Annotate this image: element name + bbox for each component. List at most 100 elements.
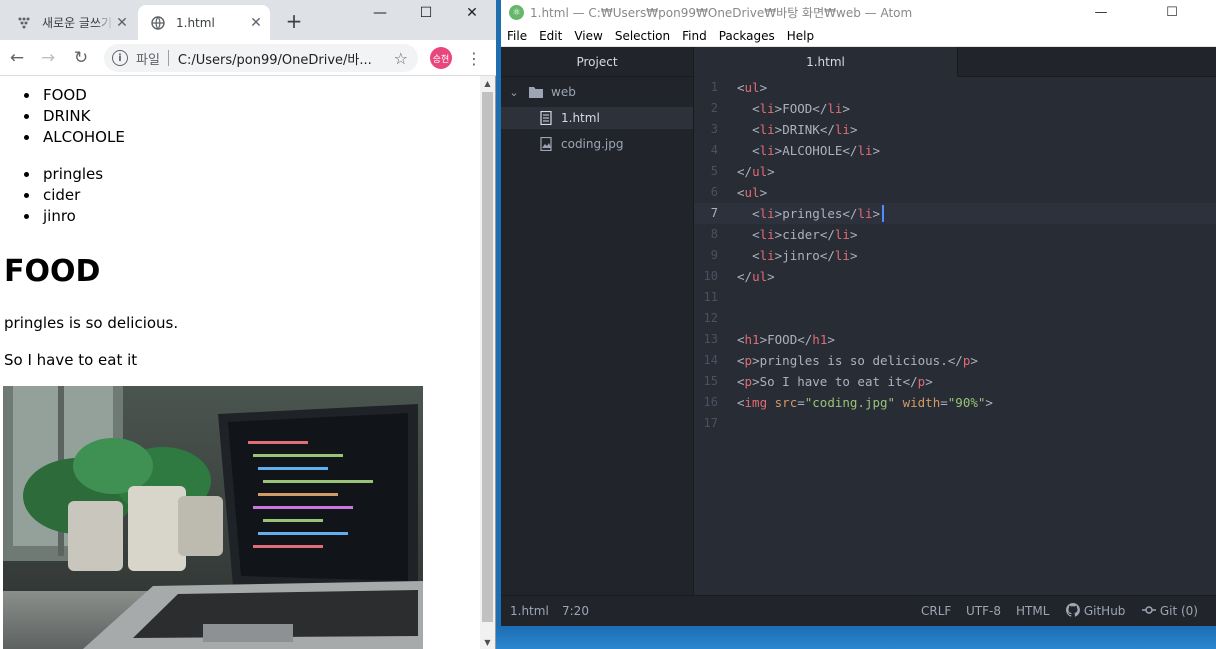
code-text: </ul> — [737, 164, 775, 179]
back-button[interactable]: ← — [4, 45, 30, 71]
code-editor[interactable]: 1 <ul> 2 <li>FOOD</li> 3 <li>DRINK</li> 4 <l… — [694, 77, 1216, 595]
close-icon[interactable]: ✕ — [114, 15, 130, 31]
code-line[interactable]: 12 — [694, 308, 1216, 329]
coding-image — [3, 386, 423, 649]
minimize-button[interactable]: — — [1078, 0, 1124, 25]
code-line[interactable]: 3 <li>DRINK</li> — [694, 119, 1216, 140]
code-text: <li>ALCOHOLE</li> — [752, 143, 881, 158]
text-cursor — [882, 205, 884, 222]
status-git-label: Git (0) — [1159, 604, 1198, 618]
address-bar[interactable]: i 파일 C:/Users/pon99/OneDrive/바... ☆ — [104, 44, 418, 72]
star-icon[interactable]: ☆ — [394, 49, 408, 68]
line-number: 9 — [710, 248, 718, 262]
atom-logo-icon: ⚛ — [509, 5, 524, 20]
maximize-button[interactable]: ☐ — [1149, 0, 1195, 25]
tree-file-coding-jpg[interactable]: coding.jpg — [501, 133, 693, 155]
line-number: 1 — [710, 80, 718, 94]
page-heading: FOOD — [4, 254, 101, 289]
food-list: FOOD DRINK ALCOHOLE — [24, 85, 125, 148]
tab-1-html[interactable]: 1.html ✕ — [138, 5, 270, 40]
paragraph: pringles is so delicious. — [4, 314, 179, 332]
close-icon[interactable]: ✕ — [248, 15, 264, 31]
code-line[interactable]: 6 <ul> — [694, 182, 1216, 203]
tab-1-html[interactable]: 1.html — [694, 47, 958, 77]
new-tab-button[interactable]: + — [283, 10, 305, 32]
code-line[interactable]: 10 </ul> — [694, 266, 1216, 287]
menu-bar: File Edit View Selection Find Packages H… — [501, 25, 1216, 47]
menu-file[interactable]: File — [501, 29, 533, 43]
forward-button[interactable]: → — [35, 45, 61, 71]
list-item: pringles — [23, 165, 104, 183]
scroll-down-arrow[interactable]: ▼ — [480, 635, 495, 649]
code-line[interactable]: 15 <p>So I have to eat it</p> — [694, 371, 1216, 392]
menu-find[interactable]: Find — [676, 29, 713, 43]
line-number: 17 — [703, 416, 718, 430]
code-line[interactable]: 5 </ul> — [694, 161, 1216, 182]
tab-title: 1.html — [176, 15, 215, 30]
info-icon[interactable]: i — [112, 50, 128, 66]
chrome-toolbar: ← → ↻ i 파일 C:/Users/pon99/OneDrive/바... … — [0, 40, 496, 76]
status-encoding[interactable]: UTF-8 — [966, 596, 1001, 626]
code-line[interactable]: 14 <p>pringles is so delicious.</p> — [694, 350, 1216, 371]
menu-view[interactable]: View — [568, 29, 608, 43]
scroll-thumb[interactable] — [482, 92, 493, 622]
url-scheme: 파일 — [136, 52, 160, 68]
status-github[interactable]: GitHub — [1065, 596, 1125, 626]
github-icon — [1065, 603, 1084, 618]
code-line[interactable]: 9 <li>jinro</li> — [694, 245, 1216, 266]
scroll-up-arrow[interactable]: ▲ — [480, 76, 495, 90]
scrollbar[interactable]: ▲ ▼ — [480, 76, 495, 649]
status-cursor-position[interactable]: 7:20 — [562, 596, 589, 626]
dots-icon — [16, 15, 32, 31]
url-text: C:/Users/pon99/OneDrive/바... — [177, 52, 372, 68]
code-line[interactable]: 1 <ul> — [694, 77, 1216, 98]
line-number: 13 — [703, 332, 718, 346]
code-text: <p>pringles is so delicious.</p> — [737, 353, 978, 368]
globe-icon — [150, 15, 166, 31]
code-text: <li>FOOD</li> — [752, 101, 850, 116]
tree-header[interactable]: Project — [501, 47, 693, 77]
list-item: FOOD — [24, 85, 125, 106]
code-text: <li>cider</li> — [752, 227, 858, 242]
page-viewport: FOOD DRINK ALCOHOLE pringles cider jinro… — [0, 76, 480, 649]
code-line[interactable]: 13 <h1>FOOD</h1> — [694, 329, 1216, 350]
menu-edit[interactable]: Edit — [533, 29, 568, 43]
tree-file-label: 1.html — [561, 111, 600, 125]
menu-help[interactable]: Help — [781, 29, 820, 43]
line-number: 8 — [710, 227, 718, 241]
paragraph: So I have to eat it — [4, 351, 138, 369]
code-line[interactable]: 4 <li>ALCOHOLE</li> — [694, 140, 1216, 161]
chrome-window: 새로운 글쓰기 ✕ 1.html ✕ + — ☐ ✕ ← → ↻ i 파일 C:… — [0, 0, 496, 649]
tree-folder-label: web — [551, 85, 576, 99]
avatar[interactable]: 승현 — [430, 47, 452, 69]
tree-file-label: coding.jpg — [561, 137, 624, 151]
status-git[interactable]: Git (0) — [1142, 596, 1198, 626]
line-number: 7 — [710, 206, 718, 220]
status-bar: 1.html 7:20 CRLF UTF-8 HTML GitHub Git (… — [501, 595, 1216, 626]
code-line[interactable]: 17 — [694, 413, 1216, 434]
code-text: <ul> — [737, 185, 768, 200]
line-number: 5 — [710, 164, 718, 178]
code-line[interactable]: 2 <li>FOOD</li> — [694, 98, 1216, 119]
menu-selection[interactable]: Selection — [609, 29, 676, 43]
code-text: <p>So I have to eat it</p> — [737, 374, 933, 389]
status-file[interactable]: 1.html — [510, 596, 549, 626]
tree-folder-web[interactable]: ⌄ web — [501, 81, 693, 103]
code-line[interactable]: 16 <img src="coding.jpg" width="90%"> — [694, 392, 1216, 413]
status-grammar[interactable]: HTML — [1016, 596, 1049, 626]
code-line[interactable]: 11 — [694, 287, 1216, 308]
atom-titlebar: ⚛ 1.html — C:₩Users₩pon99₩OneDrive₩바탕 화면… — [501, 0, 1216, 25]
line-number: 4 — [710, 143, 718, 157]
tab-new-post[interactable]: 새로운 글쓰기 ✕ — [8, 5, 136, 40]
code-line[interactable]: 8 <li>cider</li> — [694, 224, 1216, 245]
code-line[interactable]: 7 <li>pringles</li> — [694, 203, 1216, 224]
folder-icon — [529, 85, 543, 99]
tree-file-1-html[interactable]: 1.html — [501, 107, 693, 129]
close-window-button[interactable]: ✕ — [449, 0, 495, 26]
status-line-ending[interactable]: CRLF — [921, 596, 951, 626]
menu-packages[interactable]: Packages — [713, 29, 781, 43]
minimize-button[interactable]: — — [357, 0, 403, 26]
maximize-button[interactable]: ☐ — [403, 0, 449, 26]
reload-button[interactable]: ↻ — [68, 45, 94, 71]
menu-icon[interactable]: ⋮ — [464, 48, 484, 68]
